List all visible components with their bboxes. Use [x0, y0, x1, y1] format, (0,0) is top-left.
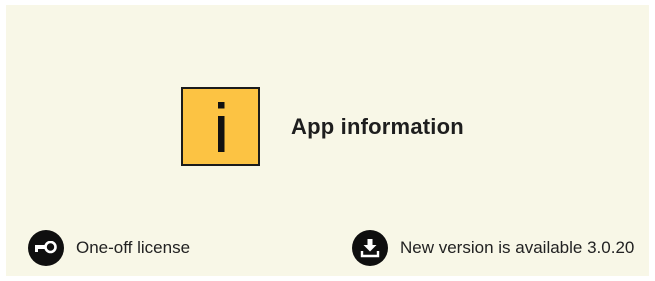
update-label: New version is available 3.0.20: [400, 238, 635, 257]
app-info-header: App information: [181, 87, 464, 166]
key-icon: [28, 230, 64, 266]
update-info[interactable]: New version is available 3.0.20: [352, 230, 634, 266]
info-icon: [181, 87, 260, 166]
license-label: One-off license: [76, 238, 191, 257]
license-info: One-off license: [28, 230, 190, 266]
download-icon: [352, 230, 388, 266]
app-info-panel: App information One-off license New vers…: [6, 5, 649, 276]
page-title: App information: [291, 113, 464, 139]
